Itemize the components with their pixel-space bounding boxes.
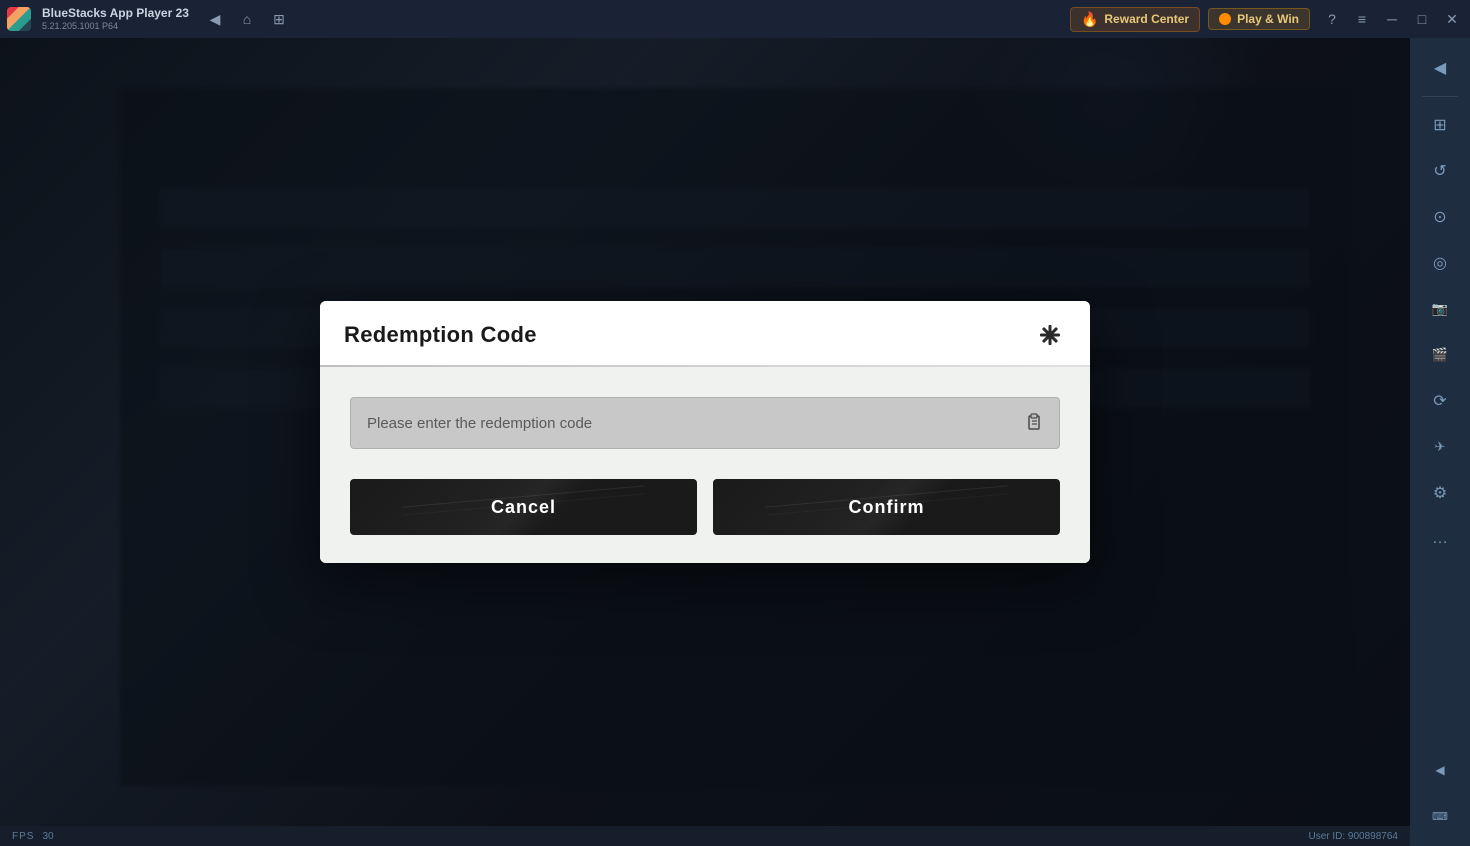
sidebar-more-button[interactable]: …: [1418, 517, 1462, 561]
app-title: BlueStacks App Player 23: [42, 6, 189, 20]
sidebar-rotate-button[interactable]: ↺: [1418, 149, 1462, 193]
play-win-label: Play & Win: [1237, 12, 1299, 26]
maximize-button[interactable]: □: [1408, 5, 1436, 33]
dialog-body: Cancel Confirm: [320, 367, 1090, 563]
app-logo: [0, 0, 38, 38]
close-x-star-icon: [1038, 323, 1062, 347]
sidebar-video-button[interactable]: 🎬: [1418, 333, 1462, 377]
input-wrapper: [350, 397, 1060, 449]
play-win-dot-icon: [1219, 13, 1231, 25]
sidebar-screenshot-button[interactable]: 📷: [1418, 287, 1462, 331]
sidebar-settings-button[interactable]: ⚙: [1418, 471, 1462, 515]
tabs-button[interactable]: ⊞: [265, 5, 293, 33]
bottom-bar: FPS 30 User ID: 900898764: [0, 826, 1410, 846]
x-star-line-1: [1040, 334, 1060, 337]
help-button[interactable]: ?: [1318, 5, 1346, 33]
fps-label: FPS: [12, 831, 34, 842]
sidebar-arrow-button[interactable]: ◀: [1418, 748, 1462, 792]
sidebar-collapse-button[interactable]: ◀: [1418, 46, 1462, 90]
play-win-button[interactable]: Play & Win: [1208, 8, 1310, 30]
x-star-line-2: [1049, 325, 1052, 345]
close-button[interactable]: ✕: [1438, 5, 1466, 33]
sidebar-gps-button[interactable]: ✈: [1418, 425, 1462, 469]
window-actions: ? ≡ ─ □ ✕: [1318, 5, 1466, 33]
right-sidebar: ◀ ⊞ ↺ ⊙ ◎ 📷 🎬 ⟳ ✈ ⚙ … ◀ ⌨: [1410, 38, 1470, 846]
redemption-dialog: Redemption Code: [320, 301, 1090, 563]
home-button[interactable]: ⌂: [233, 5, 261, 33]
bluestacks-logo-icon: [7, 7, 31, 31]
back-button[interactable]: ◀: [201, 5, 229, 33]
reward-center-button[interactable]: 🔥 Reward Center: [1070, 7, 1200, 32]
menu-button[interactable]: ≡: [1348, 5, 1376, 33]
sidebar-performance-button[interactable]: ◎: [1418, 241, 1462, 285]
minimize-button[interactable]: ─: [1378, 5, 1406, 33]
user-id: User ID: 900898764: [1308, 831, 1398, 842]
cancel-button[interactable]: Cancel: [350, 479, 697, 535]
sidebar-keyboard-button[interactable]: ⌨: [1418, 794, 1462, 838]
dialog-close-button[interactable]: [1034, 319, 1066, 351]
fps-value: 30: [42, 831, 53, 842]
flame-icon: 🔥: [1081, 11, 1098, 28]
reward-center-label: Reward Center: [1104, 12, 1189, 26]
sidebar-divider-1: [1422, 96, 1458, 97]
app-name-group: BlueStacks App Player 23 5.21.205.1001 P…: [42, 6, 189, 31]
sidebar-app-grid-button[interactable]: ⊞: [1418, 103, 1462, 147]
titlebar: BlueStacks App Player 23 5.21.205.1001 P…: [0, 0, 1470, 38]
dialog-buttons: Cancel Confirm: [350, 479, 1060, 535]
redemption-code-input[interactable]: [350, 397, 1060, 449]
sidebar-refresh-button[interactable]: ⟳: [1418, 379, 1462, 423]
paste-button[interactable]: [1020, 409, 1048, 437]
clipboard-icon: [1024, 413, 1044, 433]
dialog-header: Redemption Code: [320, 301, 1090, 367]
dialog-title: Redemption Code: [344, 322, 537, 348]
nav-buttons: ◀ ⌂ ⊞: [201, 5, 293, 33]
modal-overlay: Redemption Code: [0, 38, 1410, 826]
confirm-button[interactable]: Confirm: [713, 479, 1060, 535]
sidebar-record-button[interactable]: ⊙: [1418, 195, 1462, 239]
app-version: 5.21.205.1001 P64: [42, 21, 189, 32]
